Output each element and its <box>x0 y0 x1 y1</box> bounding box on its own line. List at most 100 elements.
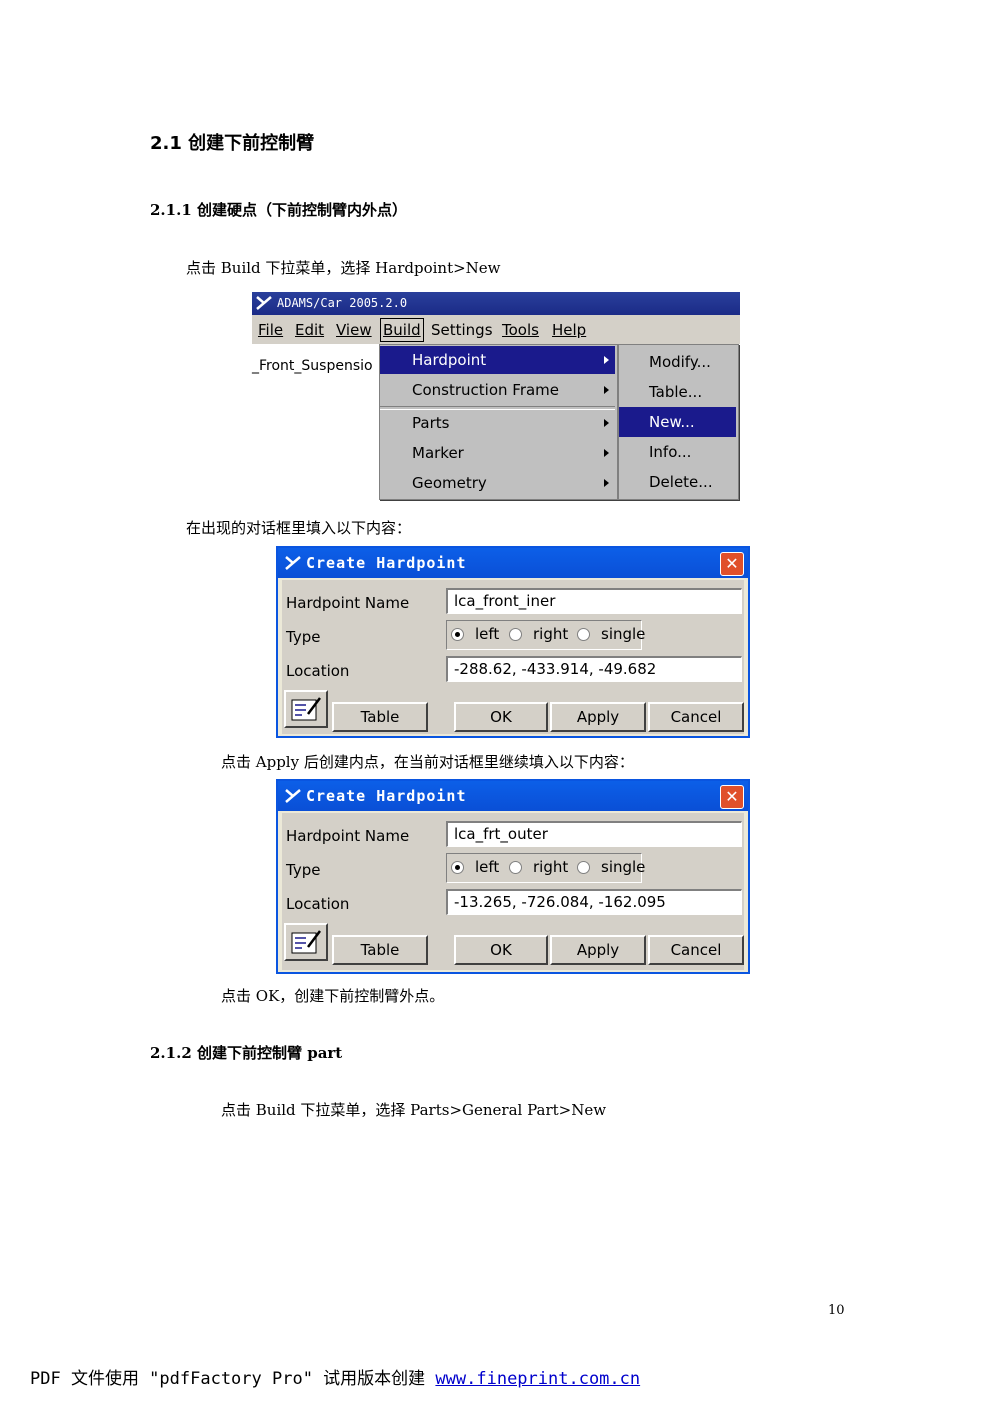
pdf-footer: PDF 文件使用 "pdfFactory Pro" 试用版本创建 www.fin… <box>30 1364 640 1389</box>
model-name-label: _Front_Suspensio <box>252 358 373 374</box>
create-hardpoint-dialog-1: Create Hardpoint ✕ Hardpoint Name lca_fr… <box>276 546 750 738</box>
notes-button[interactable] <box>284 923 328 961</box>
notes-button[interactable] <box>284 690 328 728</box>
hardpoint-name-label: Hardpoint Name <box>286 594 410 612</box>
paragraph-apply: 点击 Apply 后创建内点，在当前对话框里继续填入以下内容： <box>221 753 634 771</box>
apply-button[interactable]: Apply <box>550 935 646 965</box>
radio-right-label: right <box>533 858 569 876</box>
adams-logo-icon <box>285 789 301 803</box>
menu-file[interactable]: File <box>258 321 283 339</box>
radio-left-label: left <box>475 625 500 643</box>
menu-help[interactable]: Help <box>552 321 586 339</box>
menu-settings[interactable]: Settings <box>431 321 493 339</box>
close-icon[interactable]: ✕ <box>720 552 744 576</box>
menu-tools[interactable]: Tools <box>502 321 539 339</box>
adams-window-title: ADAMS/Car 2005.2.0 <box>277 296 408 310</box>
location-label: Location <box>286 895 350 913</box>
menu-item-label: Construction Frame <box>412 381 560 399</box>
dialog-body: Hardpoint Name lca_frt_outer Type left r… <box>282 813 744 970</box>
menu-item-label: Marker <box>412 444 464 462</box>
table-button[interactable]: Table <box>332 702 428 732</box>
menu-item-label: Table... <box>649 383 703 401</box>
instruction-2: 点击 Build 下拉菜单，选择 Parts>General Part>New <box>221 1101 607 1119</box>
adams-logo-icon <box>256 296 272 310</box>
table-button[interactable]: Table <box>332 935 428 965</box>
menu-item-label: Info... <box>649 443 692 461</box>
radio-single[interactable] <box>577 628 590 641</box>
submenu-item-delete[interactable]: Delete... <box>619 467 736 497</box>
adams-logo-icon <box>285 556 301 570</box>
radio-left-label: left <box>475 858 500 876</box>
menu-item-label: New... <box>649 413 695 431</box>
notes-pen-icon <box>291 697 321 721</box>
adams-menubar: File Edit View Build Settings Tools Help <box>252 315 740 344</box>
submenu-arrow-icon <box>604 356 609 364</box>
menu-build[interactable]: Build <box>380 318 424 342</box>
hardpoint-submenu: Modify... Table... New... Info... Delete… <box>618 344 739 500</box>
menu-item-parts[interactable]: Parts <box>380 409 615 437</box>
close-icon[interactable]: ✕ <box>720 785 744 809</box>
menu-item-label: Modify... <box>649 353 711 371</box>
radio-right[interactable] <box>509 861 522 874</box>
submenu-arrow-icon <box>604 386 609 394</box>
cancel-button[interactable]: Cancel <box>648 935 744 965</box>
menu-item-label: Hardpoint <box>412 351 487 369</box>
menu-edit[interactable]: Edit <box>295 321 324 339</box>
type-radio-group: left right single <box>446 620 646 650</box>
dialog-titlebar: Create Hardpoint ✕ <box>278 781 748 811</box>
menu-view[interactable]: View <box>336 321 372 339</box>
ok-button[interactable]: OK <box>454 702 548 732</box>
paragraph-ok: 点击 OK，创建下前控制臂外点。 <box>221 987 445 1005</box>
menu-item-label: Delete... <box>649 473 713 491</box>
menu-item-geometry[interactable]: Geometry <box>380 469 615 497</box>
subsection-title-1: 2.1.1 创建硬点（下前控制臂内外点） <box>150 201 407 219</box>
location-input[interactable]: -288.62, -433.914, -49.682 <box>446 656 742 682</box>
radio-single-label: single <box>601 858 646 876</box>
cancel-button[interactable]: Cancel <box>648 702 744 732</box>
radio-left[interactable] <box>451 861 464 874</box>
menu-item-construction-frame[interactable]: Construction Frame <box>380 376 615 404</box>
radio-right-label: right <box>533 625 569 643</box>
ok-button[interactable]: OK <box>454 935 548 965</box>
dialog-body: Hardpoint Name lca_front_iner Type left … <box>282 580 744 734</box>
submenu-arrow-icon <box>604 449 609 457</box>
location-label: Location <box>286 662 350 680</box>
footer-link[interactable]: www.fineprint.com.cn <box>435 1369 640 1389</box>
type-radio-group: left right single <box>446 853 646 883</box>
radio-left[interactable] <box>451 628 464 641</box>
submenu-item-info[interactable]: Info... <box>619 437 736 467</box>
adams-menu-screenshot: ADAMS/Car 2005.2.0 File Edit View Build … <box>252 292 740 502</box>
submenu-arrow-icon <box>604 479 609 487</box>
radio-single[interactable] <box>577 861 590 874</box>
submenu-arrow-icon <box>604 419 609 427</box>
submenu-item-modify[interactable]: Modify... <box>619 347 736 377</box>
paragraph-fill-dialog: 在出现的对话框里填入以下内容： <box>186 519 412 537</box>
apply-button[interactable]: Apply <box>550 702 646 732</box>
menu-item-label: Geometry <box>412 474 487 492</box>
dialog-title: Create Hardpoint <box>306 787 467 805</box>
footer-text: PDF 文件使用 "pdfFactory Pro" 试用版本创建 <box>30 1369 426 1389</box>
radio-right[interactable] <box>509 628 522 641</box>
create-hardpoint-dialog-2: Create Hardpoint ✕ Hardpoint Name lca_fr… <box>276 779 750 974</box>
menu-item-label: Parts <box>412 414 450 432</box>
hardpoint-name-label: Hardpoint Name <box>286 827 410 845</box>
radio-single-label: single <box>601 625 646 643</box>
submenu-item-table[interactable]: Table... <box>619 377 736 407</box>
section-title: 2.1 创建下前控制臂 <box>150 133 315 154</box>
build-dropdown-menu: Hardpoint Construction Frame Parts Marke… <box>379 344 618 500</box>
dialog-titlebar: Create Hardpoint ✕ <box>278 548 748 578</box>
type-label: Type <box>286 861 321 879</box>
submenu-item-new[interactable]: New... <box>619 407 736 437</box>
subsection-title-2: 2.1.2 创建下前控制臂 part <box>150 1044 343 1062</box>
adams-titlebar: ADAMS/Car 2005.2.0 <box>252 292 740 315</box>
location-input[interactable]: -13.265, -726.084, -162.095 <box>446 889 742 915</box>
dialog-title: Create Hardpoint <box>306 554 467 572</box>
menu-item-marker[interactable]: Marker <box>380 439 615 467</box>
instruction-1: 点击 Build 下拉菜单，选择 Hardpoint>New <box>186 259 501 277</box>
notes-pen-icon <box>291 930 321 954</box>
hardpoint-name-input[interactable]: lca_front_iner <box>446 588 742 614</box>
page-number: 10 <box>828 1303 845 1318</box>
type-label: Type <box>286 628 321 646</box>
hardpoint-name-input[interactable]: lca_frt_outer <box>446 821 742 847</box>
menu-item-hardpoint[interactable]: Hardpoint <box>380 346 615 374</box>
